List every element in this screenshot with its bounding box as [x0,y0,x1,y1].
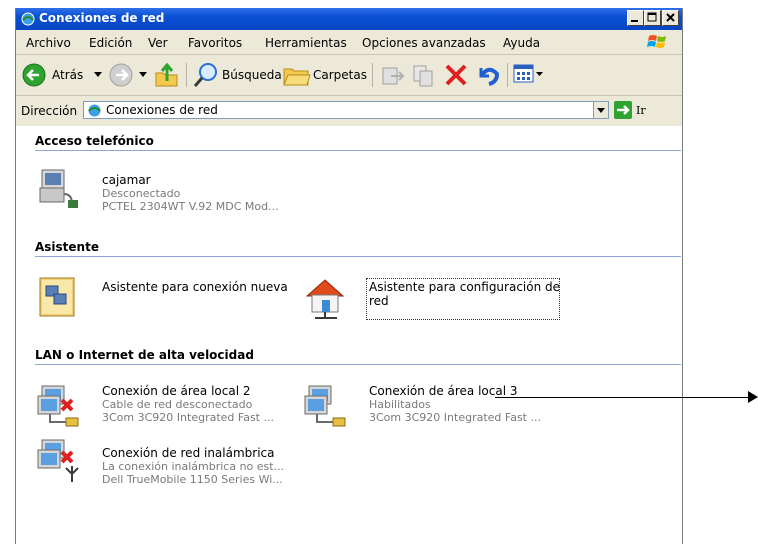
standard-toolbar: Atrás Búsqueda Carpetas [16,55,682,96]
views-icon[interactable] [513,64,535,84]
window-title: Conexiones de red [39,11,165,25]
undo-icon[interactable] [475,62,501,88]
chevron-down-icon [597,108,605,113]
explorer-window: Conexiones de red Archivo Edición Ver Fa… [15,8,683,544]
connection-device: Dell TrueMobile 1150 Series Wi... [102,473,283,486]
copy-to-icon[interactable] [411,62,439,88]
menu-bar: Archivo Edición Ver Favoritos Herramient… [16,30,682,55]
folders-button-label[interactable]: Carpetas [313,68,367,82]
maximize-icon [647,12,657,22]
connection-status: La conexión inalámbrica no est... [102,460,285,473]
wizard-name: Asistente para conexión nueva [102,280,288,294]
menu-archivo[interactable]: Archivo [26,36,71,50]
search-button-label[interactable]: Búsqueda [222,68,282,82]
connection-device: 3Com 3C920 Integrated Fast ... [369,411,541,424]
windows-logo-icon [647,35,666,48]
address-label: Dirección [21,104,78,118]
group-divider [35,256,681,257]
lan-disconnected-icon [37,385,79,427]
delete-icon[interactable] [443,62,469,88]
network-connections-icon [21,12,35,26]
views-dropdown-chevron-icon[interactable] [536,72,543,77]
menu-favoritos[interactable]: Favoritos [188,36,242,50]
minimize-icon [631,20,638,22]
close-icon [666,13,675,22]
lan-connected-icon [304,385,346,427]
group-title-lan: LAN o Internet de alta velocidad [35,348,254,362]
annotation-arrow-head [748,391,758,403]
back-dropdown-chevron-icon[interactable] [94,72,102,78]
connection-status: Desconectado [102,187,181,200]
maximize-button[interactable] [644,10,661,26]
file-list-pane: Acceso telefónico cajamar Desconectado P… [16,126,682,544]
toolbar-separator [186,63,187,87]
connection-status: Cable de red desconectado [102,398,253,411]
move-to-icon[interactable] [379,62,407,88]
connection-device: 3Com 3C920 Integrated Fast ... [102,411,274,424]
network-connections-icon [88,104,101,117]
close-button[interactable] [662,10,679,26]
back-button-label[interactable]: Atrás [52,68,83,82]
group-divider [35,364,681,365]
wireless-disconnected-icon [37,439,79,482]
up-folder-icon[interactable] [153,61,181,89]
search-icon[interactable] [192,61,220,89]
menu-edicion[interactable]: Edición [89,36,132,50]
minimize-button[interactable] [627,10,644,26]
folders-icon[interactable] [282,63,312,87]
connection-name: Conexión de red inalámbrica [102,446,275,460]
address-input[interactable]: Conexiones de red [83,101,603,119]
connection-name: Conexión de área local 3 [369,384,518,398]
menu-ayuda[interactable]: Ayuda [503,36,540,50]
title-bar[interactable]: Conexiones de red [16,8,682,30]
menu-ver[interactable]: Ver [148,36,168,50]
connection-name: Conexión de área local 2 [102,384,251,398]
group-title-dialup: Acceso telefónico [35,134,154,148]
go-button-label[interactable]: Ir [636,104,646,117]
connection-device: PCTEL 2304WT V.92 MDC Mod... [102,200,279,213]
wizard-name-continued: red [369,294,389,308]
group-divider [35,150,681,151]
go-arrow-icon[interactable] [614,101,632,119]
forward-dropdown-chevron-icon[interactable] [139,72,147,78]
toolbar-separator [507,63,508,87]
group-title-wizard: Asistente [35,240,99,254]
address-bar: Dirección Conexiones de red Ir [16,96,682,127]
menu-herramientas[interactable]: Herramientas [265,36,347,50]
dialup-connection-icon [39,169,78,208]
address-dropdown-button[interactable] [593,101,609,119]
wizard-name: Asistente para configuración de [369,280,561,294]
annotation-arrow-line [495,397,750,398]
back-arrow-icon[interactable] [21,62,47,88]
forward-arrow-icon[interactable] [108,62,134,88]
menu-opciones-avanzadas[interactable]: Opciones avanzadas [362,36,486,50]
home-network-icon [305,279,345,319]
wizard-book-icon [39,277,75,317]
connection-status: Habilitados [369,398,431,411]
connection-name: cajamar [102,173,151,187]
address-value: Conexiones de red [106,103,218,117]
toolbar-separator [372,63,373,87]
